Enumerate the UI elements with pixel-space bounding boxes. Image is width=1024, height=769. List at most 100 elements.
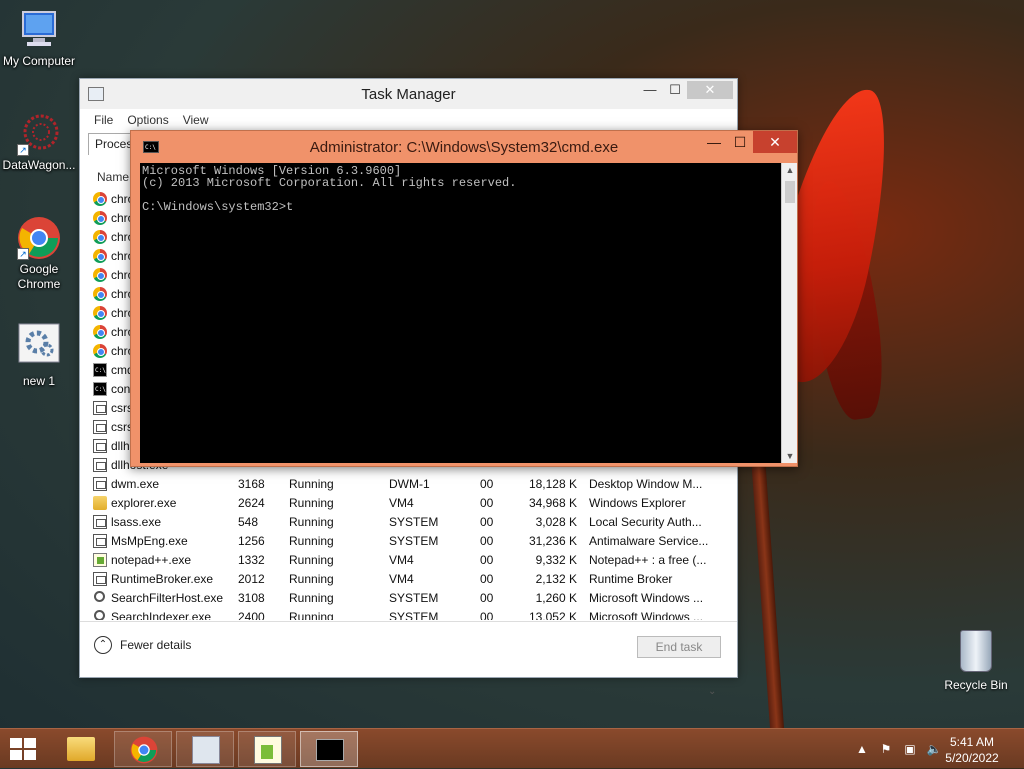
window-icon	[93, 439, 107, 453]
minimize-button[interactable]: —	[701, 131, 727, 153]
cell-desc: Microsoft Windows ...	[589, 591, 704, 605]
cell-desc: Local Security Auth...	[589, 515, 702, 529]
table-row[interactable]: dwm.exe 3168 Running DWM-1 00 18,128 K Desktop…	[87, 475, 721, 494]
cell-status: Running	[289, 534, 334, 548]
cell-desc: Notepad++ : a free (...	[589, 553, 707, 567]
desktop-icon-label: Google Chrome	[17, 262, 61, 291]
chrome-icon	[93, 249, 107, 263]
desktop-icon-recycle-bin[interactable]: Recycle Bin	[938, 630, 1014, 692]
window-icon	[93, 534, 107, 548]
cell-cpu: 00	[480, 534, 494, 548]
close-button[interactable]: ✕	[753, 131, 797, 153]
cell-name: RuntimeBroker.exe	[111, 572, 214, 586]
cell-status: Running	[289, 496, 334, 510]
start-button[interactable]	[10, 738, 38, 762]
cell-user: SYSTEM	[389, 591, 439, 605]
title-bar[interactable]: Administrator: C:\Windows\System32\cmd.e…	[131, 131, 797, 163]
chrome-icon	[93, 325, 107, 339]
menu-file[interactable]: File	[94, 113, 113, 127]
desktop-icon-my-computer[interactable]: My Computer	[1, 8, 77, 69]
windows-logo-pane	[24, 750, 36, 760]
recycle-bin-icon	[960, 630, 992, 672]
taskbar-task-manager[interactable]	[176, 731, 234, 767]
cell-memory: 2,132 K	[535, 572, 577, 586]
cell-memory: 18,128 K	[528, 477, 577, 491]
table-row[interactable]: MsMpEng.exe 1256 Running SYSTEM 00 31,236 K An…	[87, 532, 721, 551]
cell-pid: 1332	[238, 553, 265, 567]
windows-logo-pane	[24, 738, 36, 748]
console-scrollbar[interactable]: ▲ ▼	[781, 163, 797, 463]
window-icon	[93, 420, 107, 434]
settings-file-icon	[17, 322, 61, 366]
desktop-icon-label: My Computer	[2, 54, 76, 68]
cell-status: Running	[289, 477, 334, 491]
network-icon[interactable]: ▣	[902, 741, 918, 757]
tab-processes[interactable]: Processes	[88, 133, 134, 155]
desktop-icon-datawagon[interactable]: ↗ DataWagon...	[1, 112, 77, 173]
cmd-icon	[316, 739, 344, 761]
title-bar[interactable]: Task Manager — ☐ ✕	[80, 79, 737, 109]
console-line: (c) 2013 Microsoft Corporation. All righ…	[142, 176, 517, 190]
cell-user: SYSTEM	[389, 534, 439, 548]
shortcut-arrow-icon: ↗	[17, 248, 29, 260]
desktop-icon-label: new 1	[22, 374, 56, 388]
table-row[interactable]: SearchFilterHost.exe 3108 Running SYSTEM 00 1…	[87, 589, 721, 608]
window-icon	[93, 458, 107, 472]
table-row[interactable]: explorer.exe 2624 Running VM4 00 34,968 K Wind…	[87, 494, 721, 513]
scroll-down-arrow-icon[interactable]: ▼	[782, 451, 798, 461]
volume-muted-icon[interactable]: 🔈	[926, 741, 942, 757]
system-tray: ▲ ⚑ ▣ 🔈 5:41 AM 5/20/2022	[834, 729, 1024, 769]
cell-desc: Desktop Window M...	[589, 477, 703, 491]
notepad-plus-icon	[254, 736, 282, 764]
computer-icon	[17, 8, 61, 52]
maximize-button[interactable]: ☐	[664, 81, 686, 99]
cell-pid: 2400	[238, 610, 265, 620]
fewer-details-button[interactable]: ⌃ Fewer details	[94, 636, 191, 654]
cell-memory: 31,236 K	[528, 534, 577, 548]
menu-bar: File Options View	[80, 109, 737, 131]
taskbar-file-explorer[interactable]	[52, 731, 110, 767]
taskbar-cmd[interactable]	[300, 731, 358, 767]
cell-cpu: 00	[480, 553, 494, 567]
chrome-icon	[93, 287, 107, 301]
minimize-button[interactable]: —	[640, 81, 660, 99]
close-button[interactable]: ✕	[687, 81, 733, 99]
search-icon	[94, 591, 105, 602]
console-output[interactable]: Microsoft Windows [Version 6.3.9600] (c) …	[140, 163, 781, 463]
shortcut-arrow-icon: ↗	[17, 144, 29, 156]
taskbar-chrome[interactable]	[114, 731, 172, 767]
cell-name: MsMpEng.exe	[111, 534, 188, 548]
cell-user: DWM-1	[389, 477, 430, 491]
cell-user: SYSTEM	[389, 515, 439, 529]
scroll-thumb[interactable]	[785, 181, 795, 203]
cell-pid: 548	[238, 515, 259, 529]
chrome-icon	[93, 306, 107, 320]
taskbar-notepad-plus[interactable]	[238, 731, 296, 767]
chrome-icon	[93, 230, 107, 244]
cell-memory: 34,968 K	[528, 496, 577, 510]
table-row[interactable]: lsass.exe 548 Running SYSTEM 00 3,028 K Local …	[87, 513, 721, 532]
table-row[interactable]: SearchIndexer.exe 2400 Running SYSTEM 00 13,0…	[87, 608, 721, 620]
clock[interactable]: 5:41 AM 5/20/2022	[942, 734, 1002, 766]
menu-options[interactable]: Options	[127, 113, 168, 127]
task-manager-footer: ⌃ Fewer details End task	[80, 621, 737, 677]
desktop-icon-new-1[interactable]: new 1	[1, 322, 77, 389]
scroll-down-arrow-icon[interactable]: ⌄	[708, 686, 716, 697]
chrome-icon	[93, 192, 107, 206]
maximize-button[interactable]: ☐	[729, 131, 751, 153]
desktop-icon-label: Recycle Bin	[944, 678, 1008, 692]
end-task-button[interactable]: End task	[637, 636, 721, 658]
chrome-icon	[93, 344, 107, 358]
console-prompt[interactable]: C:\Windows\system32>t	[142, 201, 779, 213]
action-center-flag-icon[interactable]: ⚑	[878, 741, 894, 757]
show-hidden-icons-icon[interactable]: ▲	[854, 741, 870, 757]
cell-name: SearchFilterHost.exe	[111, 591, 224, 605]
scroll-up-arrow-icon[interactable]: ▲	[782, 165, 798, 175]
table-row[interactable]: notepad++.exe 1332 Running VM4 00 9,332 K Note…	[87, 551, 721, 570]
desktop-icon-google-chrome[interactable]: ↗ Google Chrome	[1, 216, 77, 292]
cell-name: lsass.exe	[111, 515, 162, 529]
menu-view[interactable]: View	[183, 113, 209, 127]
datawagon-icon: ↗	[17, 112, 61, 156]
table-row[interactable]: RuntimeBroker.exe 2012 Running VM4 00 2,132 K…	[87, 570, 721, 589]
cmd-window[interactable]: Administrator: C:\Windows\System32\cmd.e…	[130, 130, 798, 467]
